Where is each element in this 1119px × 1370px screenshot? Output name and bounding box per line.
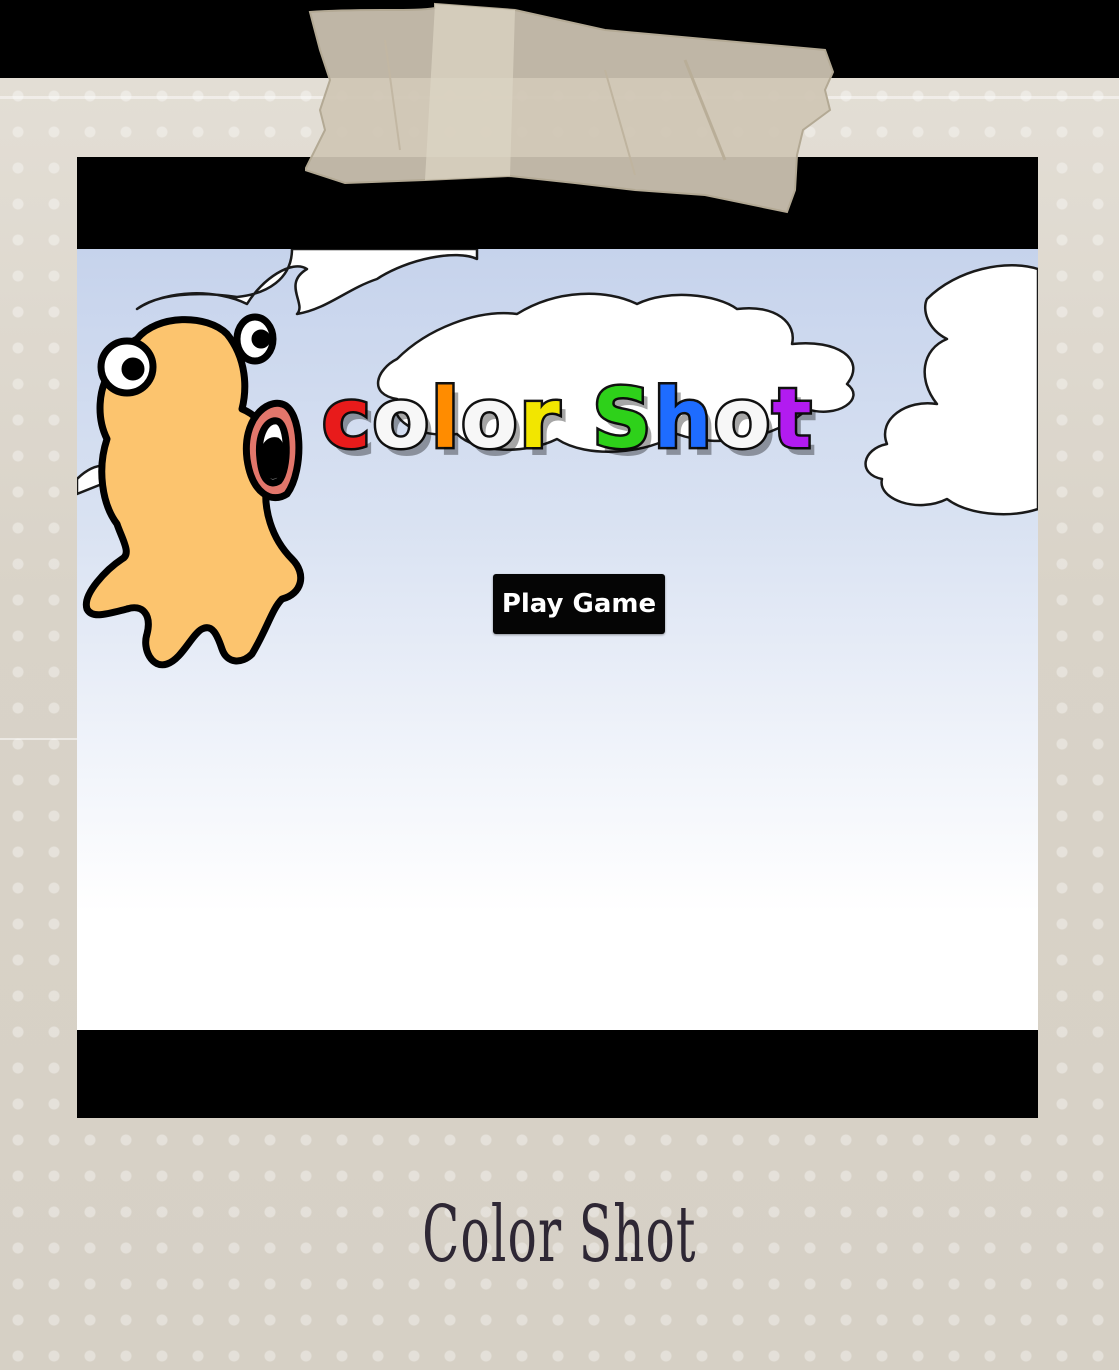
masking-tape <box>305 2 835 214</box>
title-letter: h <box>651 372 714 467</box>
title-letter: t <box>770 372 814 467</box>
title-letter: o <box>459 372 520 467</box>
polaroid-caption: Color Shot <box>422 1190 697 1280</box>
orange-monster-icon <box>82 313 305 669</box>
title-letter: r <box>517 372 562 467</box>
title-letter: o <box>370 372 431 467</box>
paper-crease <box>0 738 80 740</box>
game-title-logo: color Shot <box>320 376 814 463</box>
title-letter <box>562 372 593 467</box>
play-game-button[interactable]: Play Game <box>493 574 665 634</box>
polaroid-frame: color Shot Play Game Color Shot <box>0 0 1119 1370</box>
title-letter: l <box>428 372 462 467</box>
title-letter: S <box>590 372 654 467</box>
title-letter: o <box>711 372 773 467</box>
game-canvas[interactable]: color Shot Play Game <box>77 249 1038 1030</box>
title-letter: c <box>320 372 374 467</box>
